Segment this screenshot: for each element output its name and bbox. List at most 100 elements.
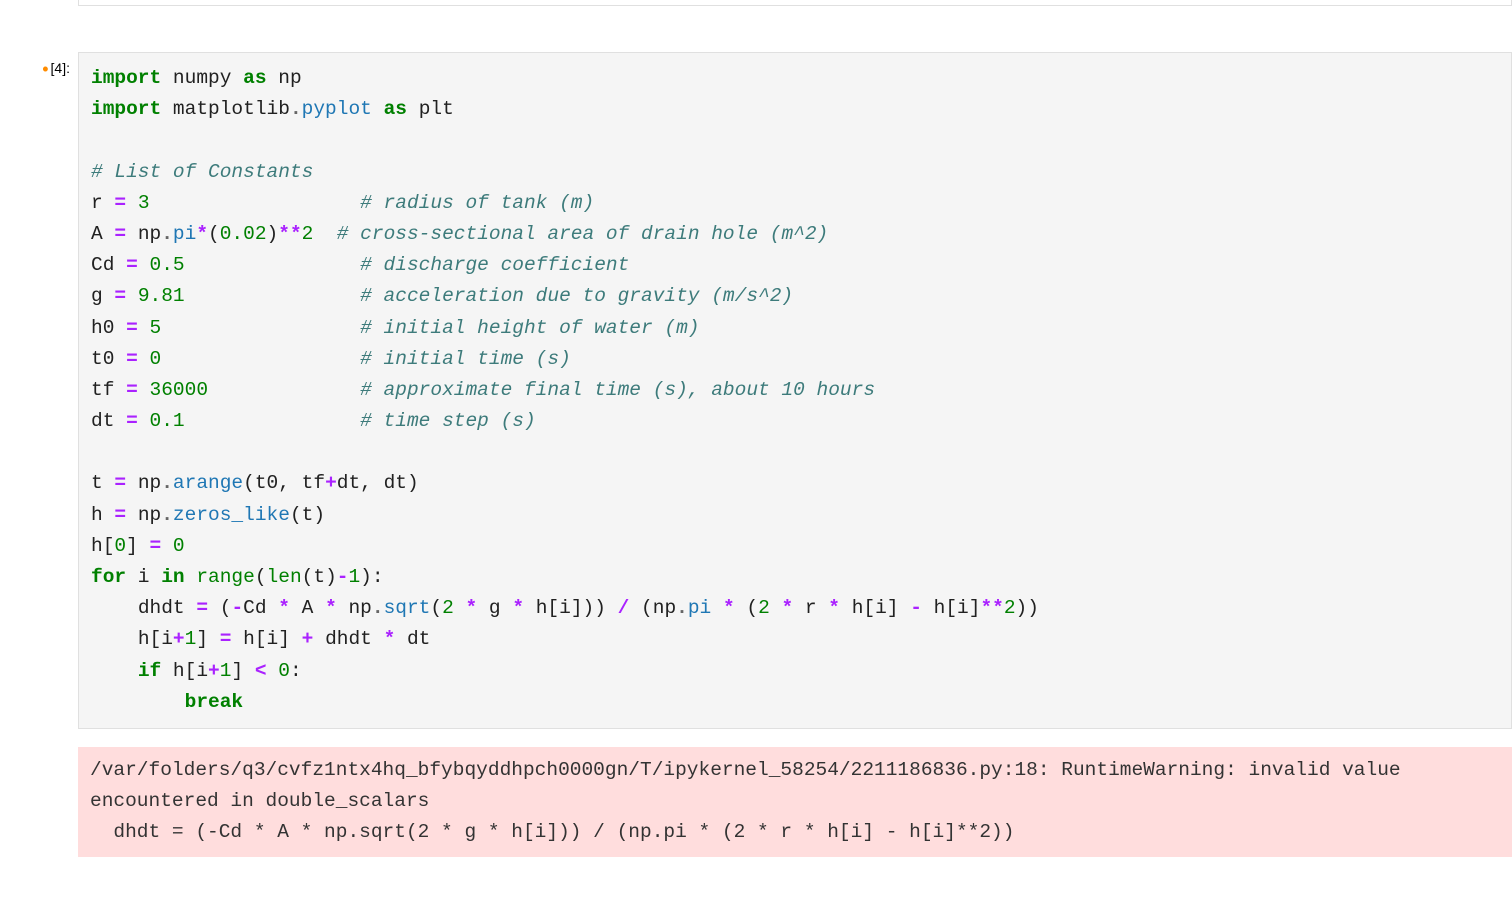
s6-18 <box>477 597 489 619</box>
var-h0: h0 <box>91 317 114 339</box>
s1-19 <box>290 628 302 650</box>
s17-18 <box>899 597 911 619</box>
np-a: np <box>138 223 161 245</box>
i-20: i <box>196 660 208 682</box>
stderr-output: /var/folders/q3/cvfz1ntx4hq_bfybqyddhpch… <box>78 747 1512 857</box>
s2-19 <box>313 628 325 650</box>
lp2-18: ( <box>430 597 442 619</box>
indent-20 <box>91 660 138 682</box>
val-g: 9.81 <box>138 285 185 307</box>
eq-tf: = <box>114 379 149 401</box>
input-prompt-area[interactable]: •[4]: <box>0 48 78 78</box>
pad-r <box>150 192 361 214</box>
comment-h0: # initial height of water (m) <box>360 317 699 339</box>
comment-r: # radius of tank (m) <box>360 192 594 214</box>
np2-18: np <box>653 597 676 619</box>
kw-if: if <box>138 660 161 682</box>
star3-18: * <box>466 597 478 619</box>
eq-dt: = <box>114 410 149 432</box>
zeros-like: zeros_like <box>173 504 290 526</box>
sqrt-18: sqrt <box>384 597 431 619</box>
val-r: 3 <box>138 192 150 214</box>
val-t0: 0 <box>150 348 162 370</box>
rp-17: ) <box>360 566 372 588</box>
val-dt: 0.1 <box>150 410 185 432</box>
h2-19: h <box>243 628 255 650</box>
code-source[interactable]: import numpy as np import matplotlib.pyp… <box>91 63 1499 718</box>
t0-arg: t0 <box>255 472 278 494</box>
var-h: h <box>91 504 103 526</box>
np-t: np <box>138 472 161 494</box>
h2-18: h <box>852 597 864 619</box>
indent-18 <box>91 597 138 619</box>
code-cell-row: •[4]: import numpy as np import matplotl… <box>0 48 1512 857</box>
s3-18 <box>313 597 325 619</box>
eq-18: = <box>185 597 220 619</box>
np-h: np <box>138 504 161 526</box>
notebook-container: •[4]: import numpy as np import matplotl… <box>0 0 1512 857</box>
t-17: t <box>313 566 325 588</box>
cd-18: Cd <box>243 597 266 619</box>
star4-18: * <box>512 597 524 619</box>
minus-17: - <box>337 566 349 588</box>
rb-16: ] <box>126 535 138 557</box>
h-18: h <box>536 597 548 619</box>
s12-18 <box>735 597 747 619</box>
dt2-arg: dt <box>384 472 407 494</box>
rp-h: ) <box>313 504 325 526</box>
s9-18 <box>606 597 618 619</box>
rp-a: ) <box>267 223 279 245</box>
one-19: 1 <box>185 628 197 650</box>
dhdt-19: dhdt <box>325 628 372 650</box>
g-18: g <box>489 597 501 619</box>
rb-20: ] <box>231 660 243 682</box>
mod-pyplot: pyplot <box>302 98 372 120</box>
pad-t0 <box>161 348 360 370</box>
s15-18 <box>817 597 829 619</box>
dt-19: dt <box>407 628 430 650</box>
dot-18: . <box>372 597 384 619</box>
eq-a: = <box>103 223 138 245</box>
var-t0: t0 <box>91 348 114 370</box>
eq-h0: = <box>114 317 149 339</box>
indent-19 <box>91 628 138 650</box>
var-t: t <box>91 472 103 494</box>
dot-a: . <box>161 223 173 245</box>
colon-20: : <box>290 660 302 682</box>
lb-18: [ <box>547 597 559 619</box>
s18-18 <box>922 597 934 619</box>
pad-dt <box>185 410 361 432</box>
comment-cd: # discharge coefficient <box>360 254 629 276</box>
var-i: i <box>126 566 161 588</box>
s14-18 <box>793 597 805 619</box>
arange: arange <box>173 472 243 494</box>
eq-g: = <box>103 285 138 307</box>
val-cd: 0.5 <box>150 254 185 276</box>
kw-break: break <box>185 691 244 713</box>
code-input-area[interactable]: import numpy as np import matplotlib.pyp… <box>78 52 1512 729</box>
s11-18 <box>711 597 723 619</box>
lb3-18: [ <box>945 597 957 619</box>
plus-t: + <box>325 472 337 494</box>
previous-cell-row <box>0 0 1512 48</box>
eq-h: = <box>103 504 138 526</box>
rp3-18: ) <box>594 597 606 619</box>
dstar-18: ** <box>980 597 1003 619</box>
rp6-18: ) <box>1027 597 1039 619</box>
rb2-18: ] <box>887 597 899 619</box>
eq-19: = <box>208 628 243 650</box>
var-tf: tf <box>91 379 114 401</box>
input-prompt-label: [4]: <box>51 60 70 76</box>
var-r: r <box>91 192 103 214</box>
dhdt-18: dhdt <box>138 597 185 619</box>
zero-16: 0 <box>114 535 126 557</box>
val1-a: 0.02 <box>220 223 267 245</box>
val-tf: 36000 <box>150 379 209 401</box>
comment-a: # cross-sectional area of drain hole (m^… <box>337 223 828 245</box>
s10-18 <box>629 597 641 619</box>
i3-18: i <box>957 597 969 619</box>
comment-tf: # approximate final time (s), about 10 h… <box>360 379 875 401</box>
tf-arg: tf <box>302 472 325 494</box>
t-arg-h: t <box>302 504 314 526</box>
fn-range: range <box>185 566 255 588</box>
